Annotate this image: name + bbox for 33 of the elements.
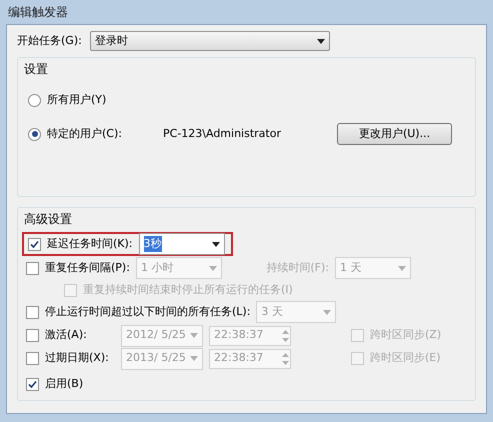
user-name: PC-123\Administrator [163,126,282,142]
checkbox[interactable] [26,378,39,390]
option-label: 重复持续时间结束时停止所有运行的任务(I) [83,282,293,298]
group-title: 设置 [24,61,49,78]
option-label: 延迟任务时间(K): [47,236,133,252]
dropdown-arrow-icon [208,266,217,270]
dropdown-arrow-icon [212,242,220,246]
dropdown-arrow-icon [190,356,198,361]
dropdown-arrow-icon [398,266,406,270]
radio-button[interactable] [28,94,41,106]
option-label: 跨时区同步(E) [370,350,441,366]
spin-arrows-icon [281,350,290,366]
start-task-select[interactable]: 登录时 [90,31,330,51]
option-label: 启用(B) [45,376,84,392]
start-task-label: 开始任务(G): [17,32,82,49]
option-label: 跨时区同步(Z) [370,327,442,344]
option-label: 激活(A): [45,327,88,344]
dropdown-arrow-icon [316,38,325,44]
option-label: 停止运行时间超过以下时间的所有任务(L): [45,304,250,320]
radio-button[interactable] [28,128,41,140]
change-user-button[interactable]: 更改用户(U)... [337,123,452,145]
group-title: 高级设置 [24,211,73,228]
radio-label: 特定的用户(C): [47,126,123,142]
checkbox[interactable] [28,238,41,250]
dropdown-arrow-icon [323,310,332,314]
duration-label: 持续时间(F): [266,260,329,276]
spin-arrows-icon [281,328,290,344]
option-label: 过期日期(X): [45,350,110,366]
window-title: 编辑触发器 [7,4,69,21]
duration-select[interactable]: 3秒 [138,233,225,255]
option-label: 重复任务间隔(P): [45,260,130,276]
radio-label: 所有用户(Y) [47,92,108,108]
dropdown-arrow-icon [190,333,198,338]
